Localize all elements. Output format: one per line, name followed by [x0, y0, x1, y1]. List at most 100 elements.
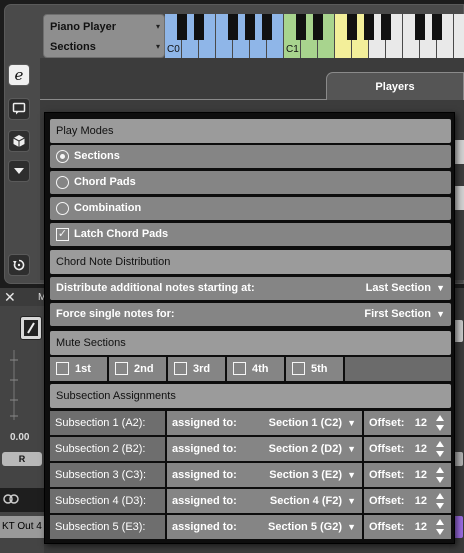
player-name-dropdown[interactable]: Piano Player ▾ [50, 17, 162, 37]
chord-player-menu: Play Modes Sections Chord Pads Combinati… [44, 112, 455, 544]
subsection-row: Subsection 2 (B2): assigned to: Section 2 … [50, 437, 451, 461]
edit-pen-button[interactable] [20, 316, 42, 340]
assigned-section-value: Section 5 (G2) [268, 521, 342, 533]
assigned-section-value: Section 4 (F2) [269, 495, 342, 507]
up-down-arrows-icon[interactable] [435, 492, 445, 510]
assigned-section-value: Section 1 (C2) [268, 417, 342, 429]
mute-label: 1st [75, 363, 91, 375]
distribute-notes-dropdown[interactable]: Distribute additional notes starting at:… [50, 277, 451, 300]
subsection-assignments-header: Subsection Assignments [50, 384, 451, 408]
player-mode: Sections [50, 41, 96, 53]
offset-label: Offset: [369, 443, 405, 455]
play-mode-sections[interactable]: Sections [50, 145, 451, 168]
player-name: Piano Player [50, 21, 117, 33]
mute-label: 2nd [134, 363, 154, 375]
offset-spinner[interactable]: Offset: 12 [364, 515, 451, 539]
up-down-arrows-icon[interactable] [435, 440, 445, 458]
reset-button[interactable] [8, 254, 30, 276]
speech-bubble-icon [12, 102, 26, 115]
offset-value: 12 [414, 417, 427, 429]
dropdown-arrow-icon: ▼ [436, 309, 445, 319]
black-key[interactable] [432, 14, 442, 40]
collapse-button[interactable] [8, 160, 30, 182]
volume-readout: 0.00 [10, 432, 30, 443]
black-key[interactable] [245, 14, 255, 40]
black-key[interactable] [313, 14, 323, 40]
mute-label: 4th [252, 363, 269, 375]
section-assign-dropdown[interactable]: assigned to: Section 1 (C2) ▼ [167, 411, 362, 435]
dropdown-arrow-icon: ▼ [347, 522, 356, 532]
offset-spinner[interactable]: Offset: 12 [364, 437, 451, 461]
offset-spinner[interactable]: Offset: 12 [364, 463, 451, 487]
mute-row-filler [345, 357, 451, 381]
assigned-to-label: assigned to: [172, 469, 237, 481]
tab-players[interactable]: Players [326, 72, 464, 100]
distribution-header: Chord Note Distribution [50, 250, 451, 274]
editor-logo-button[interactable]: e [8, 64, 30, 86]
cube-button[interactable] [8, 130, 30, 152]
black-key[interactable] [228, 14, 238, 40]
section-assign-dropdown[interactable]: assigned to: Section 2 (D2) ▼ [167, 437, 362, 461]
force-single-label: Force single notes for: [56, 308, 175, 320]
tab-divider [40, 99, 326, 100]
close-icon[interactable]: ✕ [4, 289, 18, 305]
fader-scale[interactable] [8, 350, 38, 420]
radio-icon [56, 176, 69, 189]
checkbox-checked-icon: ✓ [56, 228, 69, 241]
comment-button[interactable] [8, 98, 30, 120]
subsection-row: Subsection 5 (E3): assigned to: Section 5 … [50, 515, 451, 539]
offset-spinner[interactable]: Offset: 12 [364, 411, 451, 435]
up-down-arrows-icon[interactable] [435, 518, 445, 536]
mute-section-2[interactable]: 2nd [109, 357, 167, 381]
latch-label: Latch Chord Pads [74, 228, 169, 240]
play-modes-header: Play Modes [50, 119, 451, 143]
force-single-notes-dropdown[interactable]: Force single notes for: First Section ▼ [50, 303, 451, 326]
read-automation-button[interactable]: R [2, 452, 42, 466]
keyboard-display[interactable]: C0 C1 [165, 14, 464, 58]
dropdown-arrow-icon: ▼ [436, 283, 445, 293]
black-key[interactable] [194, 14, 204, 40]
black-key[interactable] [364, 14, 374, 40]
offset-value: 12 [414, 469, 427, 481]
offset-spinner[interactable]: Offset: 12 [364, 489, 451, 513]
left-toolbar: e [8, 64, 32, 276]
refresh-icon [13, 259, 25, 271]
assigned-to-label: assigned to: [172, 495, 237, 507]
up-down-arrows-icon[interactable] [435, 414, 445, 432]
black-key[interactable] [381, 14, 391, 40]
section-assign-dropdown[interactable]: assigned to: Section 4 (F2) ▼ [167, 489, 362, 513]
triangle-down-icon [14, 168, 24, 174]
black-key[interactable] [296, 14, 306, 40]
player-selector: Piano Player ▾ Sections ▾ [43, 14, 165, 58]
checkbox-icon [56, 362, 69, 375]
subsection-name: Subsection 5 (E3): [50, 515, 165, 539]
mute-section-3[interactable]: 3rd [168, 357, 226, 381]
player-mode-dropdown[interactable]: Sections ▾ [50, 37, 162, 57]
offset-value: 12 [414, 443, 427, 455]
checkbox-icon [115, 362, 128, 375]
black-key[interactable] [177, 14, 187, 40]
output-routing[interactable]: KT Out 4 [0, 516, 44, 538]
latch-chord-pads-toggle[interactable]: ✓ Latch Chord Pads [50, 223, 451, 246]
white-key[interactable] [454, 14, 464, 58]
mute-label: 5th [311, 363, 328, 375]
mute-sections-header: Mute Sections [50, 331, 451, 355]
mute-section-5[interactable]: 5th [286, 357, 344, 381]
mute-section-1[interactable]: 1st [50, 357, 108, 381]
up-down-arrows-icon[interactable] [435, 466, 445, 484]
section-assign-dropdown[interactable]: assigned to: Section 3 (E2) ▼ [167, 463, 362, 487]
pen-icon [24, 320, 38, 336]
black-key[interactable] [347, 14, 357, 40]
black-key[interactable] [415, 14, 425, 40]
play-mode-combination[interactable]: Combination [50, 197, 451, 220]
dropdown-arrow-icon: ▼ [347, 470, 356, 480]
black-key[interactable] [262, 14, 272, 40]
assigned-to-label: assigned to: [172, 521, 237, 533]
cube-icon [13, 135, 25, 147]
section-assign-dropdown[interactable]: assigned to: Section 5 (G2) ▼ [167, 515, 362, 539]
play-mode-chord-pads[interactable]: Chord Pads [50, 171, 451, 194]
mute-section-4[interactable]: 4th [227, 357, 285, 381]
play-mode-label: Sections [74, 150, 120, 162]
play-mode-label: Combination [74, 202, 142, 214]
link-icon[interactable] [2, 493, 22, 505]
